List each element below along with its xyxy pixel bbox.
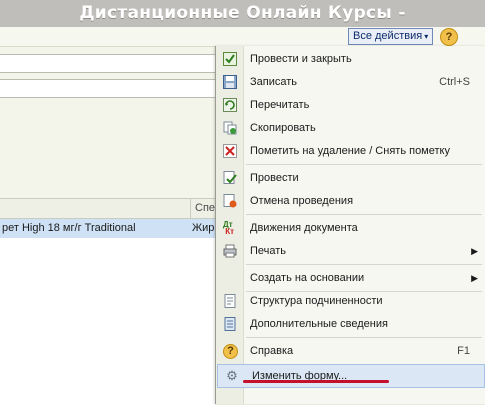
help-button[interactable]: ? [440, 28, 458, 46]
menu-item-label: Структура подчиненности [250, 295, 383, 307]
gear-icon: ⚙ [226, 368, 238, 383]
menu-separator [246, 164, 482, 165]
menu-item-label: Провести и закрыть [250, 53, 352, 65]
menu-item-shortcut: Ctrl+S [439, 76, 470, 88]
movements-icon: Дт Кт [223, 220, 235, 236]
input-field-1[interactable] [0, 54, 216, 73]
copy-icon [223, 121, 237, 135]
menu-separator [246, 264, 482, 265]
menu-item-label: Движения документа [250, 222, 358, 234]
reload-icon [223, 98, 237, 112]
submenu-arrow-icon: ▶ [471, 273, 478, 283]
menu-item-change-form[interactable]: ⚙ Изменить форму... [217, 364, 485, 388]
menu-item-post-close[interactable]: Провести и закрыть [216, 48, 485, 70]
site-banner: Дистанционные Онлайн Курсы - 1С.ArtemVM.… [0, 0, 485, 50]
menu-item-label: Справка [250, 345, 294, 357]
menu-item-create-based[interactable]: Создать на основании ▶ [216, 267, 485, 289]
menu-item-label: Записать [250, 76, 298, 88]
cell-name: рет High 18 мг/г Traditional [2, 222, 136, 234]
menu-separator [246, 214, 482, 215]
print-icon [223, 244, 237, 258]
all-actions-label: Все действия [353, 30, 423, 42]
menu-item-save[interactable]: Записать Ctrl+S [216, 71, 485, 93]
menu-item-unpost[interactable]: Отмена проведения [216, 190, 485, 212]
all-actions-menu: Провести и закрыть Записать Ctrl+S Переч… [215, 46, 485, 404]
menu-item-label: Отмена проведения [250, 195, 354, 207]
help-icon: ? [223, 344, 238, 359]
table-header: Спец [0, 199, 221, 219]
menu-item-print[interactable]: Печать ▶ [216, 240, 485, 262]
highlight-underline [243, 380, 389, 383]
save-icon [223, 75, 237, 89]
post-close-icon [223, 52, 237, 66]
menu-item-additional-info[interactable]: Дополнительные сведения [216, 313, 485, 335]
menu-item-movements[interactable]: Дт Кт Движения документа [216, 217, 485, 239]
menu-item-mark-delete[interactable]: Пометить на удаление / Снять пометку [216, 140, 485, 162]
menu-separator [246, 337, 482, 338]
menu-item-label: Изменить форму... [252, 370, 348, 382]
delete-mark-icon [223, 144, 237, 158]
cell-spec: Жир [192, 222, 215, 234]
menu-item-label: Печать [250, 245, 287, 257]
menu-item-reread[interactable]: Перечитать [216, 94, 485, 116]
menu-item-label: Перечитать [250, 99, 310, 111]
menu-item-label: Скопировать [250, 122, 316, 134]
info-icon [223, 317, 237, 331]
menu-item-label: Провести [250, 172, 299, 184]
structure-icon [223, 294, 237, 308]
menu-item-label: Дополнительные сведения [250, 318, 388, 330]
form-toolbar: Все действия ▾ ? [0, 27, 485, 47]
menu-item-structure[interactable]: Структура подчиненности [216, 290, 485, 312]
table-row[interactable]: рет High 18 мг/г Traditional Жир [0, 219, 215, 238]
all-actions-button[interactable]: Все действия ▾ [348, 28, 434, 45]
menu-item-label: Пометить на удаление / Снять пометку [250, 145, 450, 157]
unpost-icon [223, 194, 237, 208]
menu-item-help[interactable]: ? Справка F1 [216, 340, 485, 362]
goods-table: Спец рет High 18 мг/г Traditional Жир [0, 198, 221, 405]
menu-item-shortcut: F1 [457, 345, 470, 357]
menu-item-label: Создать на основании [250, 272, 365, 284]
chevron-down-icon: ▾ [424, 32, 429, 41]
menu-item-copy[interactable]: Скопировать [216, 117, 485, 139]
submenu-arrow-icon: ▶ [471, 246, 478, 256]
post-icon [223, 171, 237, 185]
menu-item-post[interactable]: Провести [216, 167, 485, 189]
input-field-2[interactable] [0, 79, 216, 98]
